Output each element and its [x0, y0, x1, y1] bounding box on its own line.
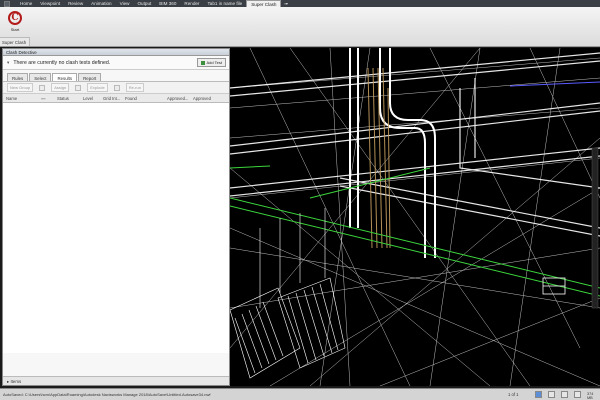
column-level[interactable]: Level [83, 96, 103, 101]
super-clash-logo-icon: C [8, 11, 22, 25]
column-found[interactable]: Found [125, 96, 167, 101]
panel-tabs: Rules Select Results Report [3, 70, 229, 82]
autosave-status: AutoSaved: C:\Users\hcm\AppData\Roaming\… [3, 392, 211, 397]
results-grid[interactable] [3, 103, 229, 353]
tab-review[interactable]: Review [64, 0, 87, 7]
memory-icon[interactable] [574, 391, 581, 398]
panel-title: Clash Detective [3, 49, 229, 56]
ribbon-options-icon[interactable]: ▪▾ [281, 1, 290, 6]
ribbon-panel: C Start Super Clash [0, 7, 600, 47]
tab-viewpoint[interactable]: Viewpoint [36, 0, 64, 7]
add-test-icon [200, 60, 205, 65]
tab-animation[interactable]: Animation [87, 0, 115, 7]
tab-select[interactable]: Select [29, 73, 52, 81]
rerun-button[interactable]: Re-run [125, 83, 144, 92]
column-approved-by[interactable]: Approved... [167, 96, 193, 101]
ribbon-tab-strip: Home Viewpoint Review Animation View Out… [0, 0, 600, 7]
tab-view[interactable]: View [116, 0, 134, 7]
application-menu-button[interactable] [4, 0, 10, 7]
results-grid-header: Name ▫▫▫ Status Level Grid Int... Found … [3, 94, 229, 103]
tab-super-clash[interactable]: Super Clash [246, 0, 282, 7]
add-test-button[interactable]: Add Test [196, 58, 226, 67]
column-grid-intersection[interactable]: Grid Int... [103, 96, 125, 101]
tab-home[interactable]: Home [16, 0, 36, 7]
column-status[interactable]: Status [57, 96, 83, 101]
tab-tab1[interactable]: Tab1 in name file [203, 0, 246, 7]
tab-render[interactable]: Render [180, 0, 203, 7]
web-server-icon[interactable] [561, 391, 568, 398]
tab-bim360[interactable]: BIM 360 [155, 0, 180, 7]
add-test-label: Add Test [206, 60, 223, 65]
3d-viewport[interactable] [230, 48, 600, 386]
tab-report[interactable]: Report [78, 73, 102, 81]
column-approved[interactable]: Approved [193, 96, 217, 101]
new-group-button[interactable]: New Group [7, 83, 34, 92]
items-label: Items [10, 379, 22, 384]
start-button-label: Start [10, 27, 20, 32]
column-name[interactable]: Name [3, 96, 41, 101]
reset-icon[interactable] [113, 84, 120, 91]
performance-icon[interactable] [535, 391, 542, 398]
collapse-chevron-icon[interactable]: ▾ [7, 60, 9, 66]
disk-icon[interactable] [548, 391, 555, 398]
test-summary: ▾ There are currently no clash tests def… [3, 56, 229, 70]
status-bar: AutoSaved: C:\Users\hcm\AppData\Roaming\… [0, 388, 600, 400]
assign-button[interactable]: Assign [51, 83, 70, 92]
tab-output[interactable]: Output [133, 0, 155, 7]
items-panel-toggle[interactable]: ▸ Items [3, 376, 229, 385]
summary-text: There are currently no clash tests defin… [13, 59, 111, 66]
start-button[interactable]: C Start [3, 9, 27, 37]
page-indicator: 1 of 1 [508, 392, 519, 397]
column-icons[interactable]: ▫▫▫ [41, 96, 57, 101]
tab-results[interactable]: Results [52, 73, 78, 81]
tab-rules[interactable]: Rules [7, 73, 29, 81]
memory-readout: 374 MB [587, 392, 594, 400]
group-icon[interactable] [39, 84, 46, 91]
ribbon-group-label: Super Clash [0, 37, 30, 46]
filter-icon[interactable] [75, 84, 82, 91]
explode-button[interactable]: Explode [87, 83, 108, 92]
results-toolbar: New Group Assign Explode Re-run [3, 82, 229, 94]
wireframe-model [230, 48, 600, 386]
clash-detective-panel: Clash Detective ▾ There are currently no… [2, 48, 230, 386]
